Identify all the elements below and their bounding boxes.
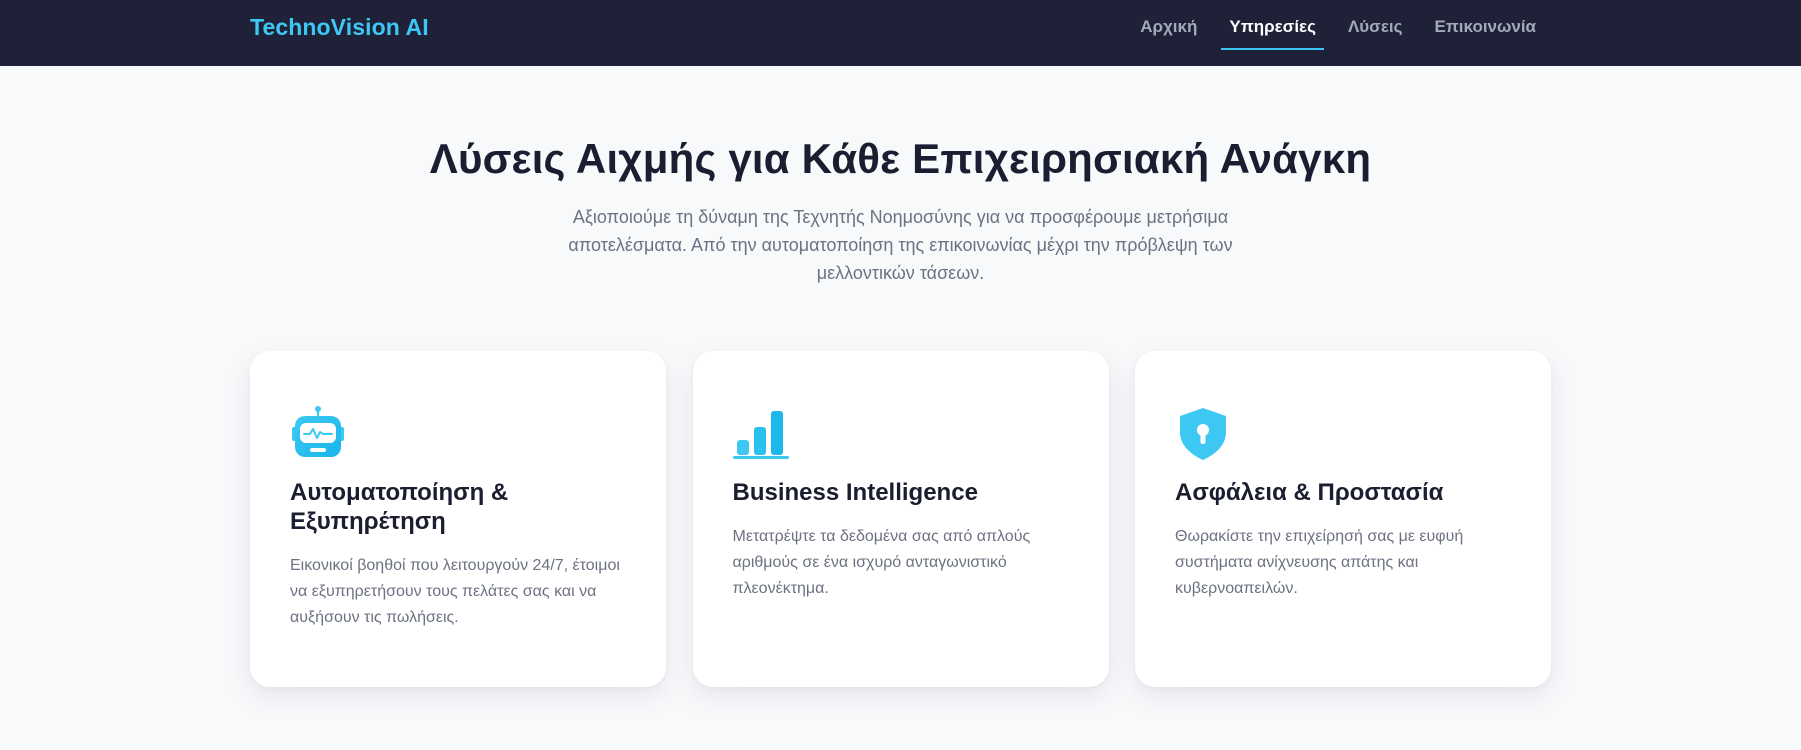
brand-logo[interactable]: TechnoVision AI bbox=[250, 14, 429, 41]
bar-chart-icon bbox=[732, 405, 789, 461]
card-title: Αυτοματοποίηση & Εξυπηρέτηση bbox=[290, 479, 509, 535]
nav-link-contact[interactable]: Επικοινωνία bbox=[1418, 17, 1551, 37]
nav-link-home[interactable]: Αρχική bbox=[1124, 17, 1213, 37]
navbar-inner: TechnoVision AI Αρχική Υπηρεσίες Λύσεις … bbox=[250, 0, 1551, 66]
service-card-business-intelligence[interactable]: Business Intelligence Μετατρέψτε τα δεδο… bbox=[692, 351, 1109, 687]
card-title: Business Intelligence bbox=[732, 479, 978, 506]
navbar: TechnoVision AI Αρχική Υπηρεσίες Λύσεις … bbox=[0, 0, 1801, 66]
nav-link-services[interactable]: Υπηρεσίες bbox=[1213, 17, 1332, 50]
robot-icon bbox=[290, 405, 346, 461]
services-cards: Αυτοματοποίηση & Εξυπηρέτηση Εικονικοί β… bbox=[250, 351, 1551, 687]
hero-section: Λύσεις Αιχμής για Κάθε Επιχειρησιακή Ανά… bbox=[0, 66, 1801, 287]
card-description: Εικονικοί βοηθοί που λειτουργούν 24/7, έ… bbox=[290, 557, 620, 626]
card-description: Μετατρέψτε τα δεδομένα σας από απλούς αρ… bbox=[732, 528, 1031, 597]
shield-lock-icon bbox=[1175, 405, 1231, 461]
hero-subtitle: Αξιοποιούμε τη δύναμη της Τεχνητής Νοημο… bbox=[568, 207, 1233, 283]
nav-links: Αρχική Υπηρεσίες Λύσεις Επικοινωνία bbox=[1124, 17, 1551, 50]
service-card-security[interactable]: Ασφάλεια & Προστασία Θωρακίστε την επιχε… bbox=[1135, 351, 1551, 687]
hero-title: Λύσεις Αιχμής για Κάθε Επιχειρησιακή Ανά… bbox=[429, 135, 1372, 182]
card-title: Ασφάλεια & Προστασία bbox=[1175, 479, 1444, 506]
card-description: Θωρακίστε την επιχείρησή σας με ευφυή συ… bbox=[1175, 528, 1464, 597]
service-card-automation[interactable]: Αυτοματοποίηση & Εξυπηρέτηση Εικονικοί β… bbox=[250, 351, 666, 687]
nav-link-solutions[interactable]: Λύσεις bbox=[1332, 17, 1419, 37]
